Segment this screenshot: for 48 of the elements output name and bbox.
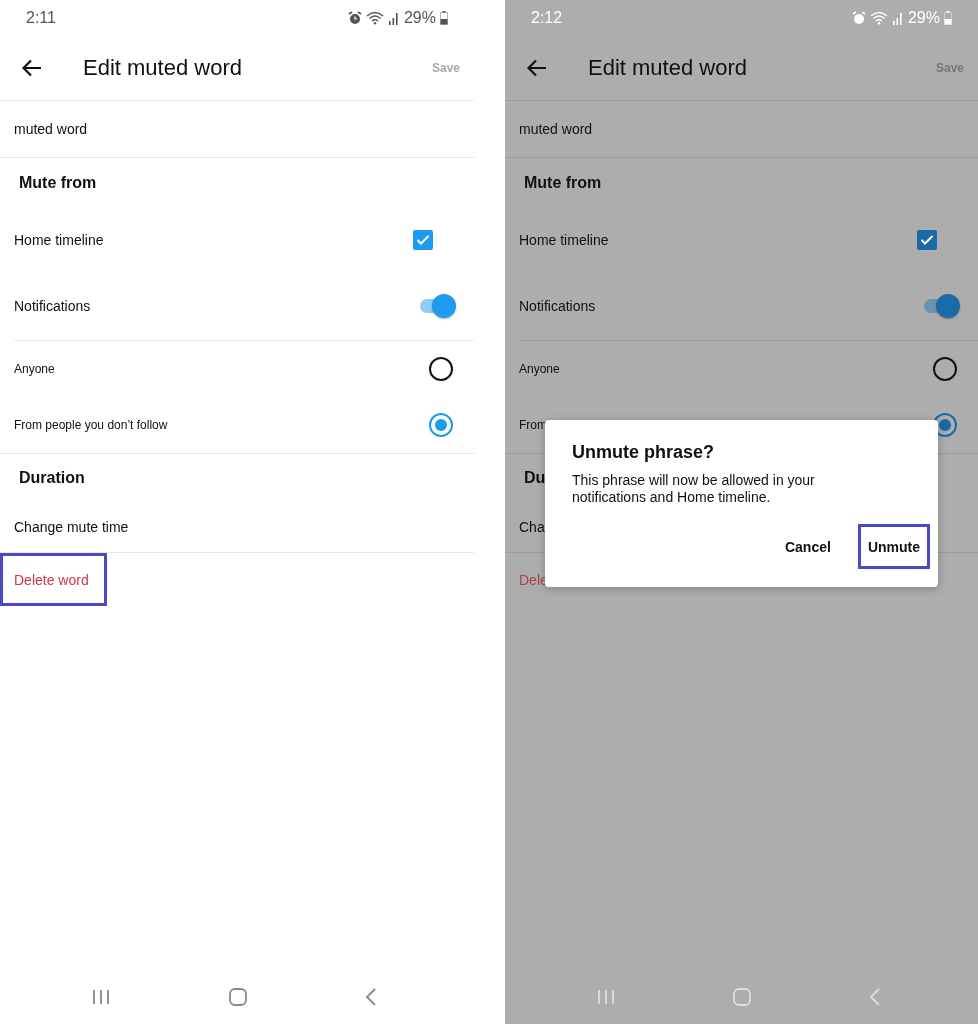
- radio-button[interactable]: [933, 357, 957, 381]
- dialog-button[interactable]: Cancel: [774, 524, 841, 569]
- back-button[interactable]: [527, 58, 549, 78]
- signal-icon: [387, 11, 400, 25]
- option-label: Anyone: [14, 362, 55, 376]
- checkmark-icon: [920, 234, 934, 246]
- checkbox[interactable]: [917, 230, 937, 250]
- muted-word-field[interactable]: muted word: [519, 121, 593, 137]
- wifi-icon: [365, 11, 384, 25]
- dialog-title: Unmute phrase?: [572, 442, 716, 463]
- delete-word-button[interactable]: Delete word: [0, 553, 107, 606]
- section-heading: Mute from: [524, 174, 602, 192]
- screen-title: Edit muted word: [83, 55, 243, 81]
- toggle-switch[interactable]: [922, 294, 960, 318]
- option-label: Anyone: [519, 362, 560, 376]
- alarm-icon: [851, 11, 866, 25]
- option-label: Home timeline: [14, 232, 104, 248]
- muted-word-field[interactable]: muted word: [14, 121, 88, 137]
- checkbox[interactable]: [413, 230, 433, 250]
- option-label: Notifications: [14, 298, 91, 314]
- back-button[interactable]: [22, 58, 44, 78]
- battery-percent: 29%: [403, 9, 436, 27]
- recent-apps-icon[interactable]: [92, 989, 110, 1005]
- battery-percent: 29%: [907, 9, 940, 27]
- status-time: 2:11: [26, 9, 56, 27]
- wifi-icon: [869, 11, 888, 25]
- section-heading: Duration: [19, 469, 85, 487]
- radio-button[interactable]: [429, 357, 453, 381]
- battery-icon: [944, 11, 952, 25]
- dialog-button[interactable]: Unmute: [857, 524, 930, 569]
- home-icon[interactable]: [228, 988, 247, 1006]
- toggle-switch[interactable]: [418, 294, 456, 318]
- option-label: Home timeline: [519, 232, 609, 248]
- back-icon[interactable]: [365, 988, 377, 1006]
- status-time: 2:12: [531, 9, 563, 27]
- option-label: Notifications: [519, 298, 596, 314]
- menu-item[interactable]: Change mute time: [14, 519, 129, 535]
- menu-item[interactable]: Cha: [519, 519, 545, 535]
- dialog-message: This phrase will now be allowed in your notifications and Home timeline.: [572, 472, 816, 506]
- battery-icon: [440, 11, 448, 25]
- section-heading: Du: [524, 469, 546, 487]
- section-heading: Mute from: [19, 174, 97, 192]
- signal-icon: [891, 11, 904, 25]
- alarm-icon: [347, 11, 362, 25]
- checkmark-icon: [416, 234, 430, 246]
- option-label: From people you don’t follow: [14, 418, 168, 432]
- screen-title: Edit muted word: [588, 55, 748, 81]
- radio-button[interactable]: [429, 413, 453, 437]
